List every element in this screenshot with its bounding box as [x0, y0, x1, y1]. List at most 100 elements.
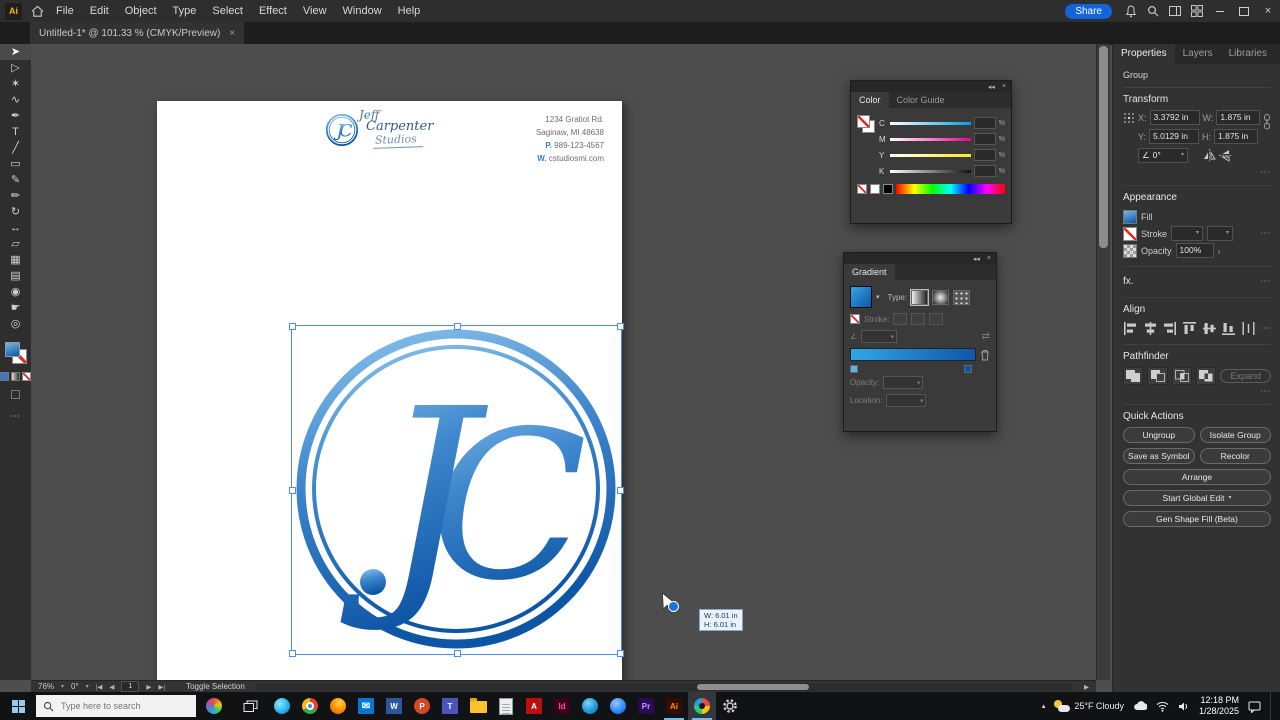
linear-gradient-type-icon[interactable] — [910, 288, 930, 306]
collapse-panel-icon[interactable]: ◂◂ — [988, 83, 995, 91]
gradient-location-field[interactable]: ▾ — [886, 394, 927, 407]
flip-vertical-icon[interactable] — [1219, 149, 1232, 162]
align-right-icon[interactable] — [1162, 321, 1178, 336]
scroll-right-arrow-icon[interactable]: ▶ — [1084, 683, 1089, 691]
reverse-gradient-icon[interactable]: ⇄ — [982, 331, 990, 342]
menu-edit[interactable]: Edit — [82, 0, 117, 22]
handle-top-left[interactable] — [289, 323, 296, 330]
cortana-icon[interactable] — [196, 692, 232, 720]
taskbar-search[interactable] — [36, 695, 196, 717]
handle-middle-left[interactable] — [289, 487, 296, 494]
line-segment-tool[interactable]: ╱ — [0, 140, 31, 156]
artboard[interactable]: JC Jeff Carpenter Studios 1234 Gratiot R… — [157, 101, 624, 704]
handle-bottom-right[interactable] — [617, 650, 624, 657]
exclude-icon[interactable] — [1196, 366, 1217, 385]
task-view-icon[interactable] — [232, 692, 268, 720]
y-field[interactable]: 5.0129 in — [1149, 129, 1200, 144]
search-icon[interactable] — [1142, 0, 1164, 22]
artboard-number-field[interactable]: 1 — [121, 681, 140, 692]
hidden-icons-chevron[interactable]: ▴ — [1042, 702, 1046, 710]
save-as-symbol-button[interactable]: Save as Symbol — [1123, 448, 1195, 464]
menu-view[interactable]: View — [295, 0, 335, 22]
isolate-group-button[interactable]: Isolate Group — [1199, 427, 1271, 443]
edge-app-icon[interactable] — [268, 692, 296, 720]
gradient-angle-field[interactable]: ▾ — [861, 330, 898, 343]
arrange-documents-icon[interactable] — [1164, 0, 1186, 22]
align-center-horizontal-icon[interactable] — [1143, 321, 1159, 336]
last-artboard-icon[interactable]: ▶| — [158, 683, 165, 691]
file-explorer-icon[interactable] — [464, 692, 492, 720]
home-icon[interactable] — [26, 0, 48, 22]
gradient-opacity-field[interactable]: ▾ — [883, 376, 924, 389]
premiere-app-icon[interactable]: Pr — [632, 692, 660, 720]
menu-type[interactable]: Type — [165, 0, 205, 22]
color-spectrum-bar[interactable] — [896, 184, 1005, 194]
rectangle-tool[interactable]: ▭ — [0, 156, 31, 172]
type-tool[interactable]: T — [0, 124, 31, 140]
paintbrush-tool[interactable]: ✎ — [0, 172, 31, 188]
menu-object[interactable]: Object — [117, 0, 165, 22]
weather-widget[interactable]: 25°F Cloudy — [1054, 700, 1124, 712]
word-app-icon[interactable]: W — [380, 692, 408, 720]
intersect-icon[interactable] — [1171, 366, 1193, 385]
black-swatch[interactable] — [883, 184, 893, 194]
menu-file[interactable]: File — [48, 0, 82, 22]
stroke-none-swatch[interactable] — [850, 314, 860, 324]
minus-front-icon[interactable] — [1147, 366, 1168, 385]
teams-app-icon[interactable]: T — [436, 692, 464, 720]
share-button[interactable]: Share — [1065, 3, 1112, 19]
fill-proxy-swatch[interactable] — [857, 115, 870, 128]
next-artboard-icon[interactable]: ▶ — [146, 683, 151, 691]
tab-layers[interactable]: Layers — [1175, 44, 1221, 64]
close-panel-icon[interactable]: × — [987, 255, 991, 262]
gradient-tool[interactable]: ▤ — [0, 268, 31, 284]
white-swatch[interactable] — [870, 184, 880, 194]
acrobat-app-icon[interactable]: A — [520, 692, 548, 720]
rotate-tool[interactable]: ↻ — [0, 204, 31, 220]
shape-builder-tool[interactable]: ▱ — [0, 236, 31, 252]
direct-selection-tool[interactable]: ▷ — [0, 60, 31, 76]
fx-more-options-icon[interactable]: ⋯ — [1260, 276, 1271, 287]
taskbar-clock[interactable]: 12:18 PM 1/28/2025 — [1199, 695, 1239, 717]
menu-effect[interactable]: Effect — [251, 0, 295, 22]
menu-help[interactable]: Help — [390, 0, 429, 22]
distribute-horizontal-icon[interactable] — [1240, 321, 1256, 336]
x-field[interactable]: 3.3792 in — [1149, 110, 1200, 125]
menu-select[interactable]: Select — [204, 0, 251, 22]
magenta-value-field[interactable] — [973, 133, 996, 145]
fill-color-swatch[interactable] — [1123, 209, 1137, 224]
zoom-level-select[interactable]: 76% — [38, 682, 54, 691]
flip-horizontal-icon[interactable] — [1203, 149, 1216, 162]
handle-top-right[interactable] — [617, 323, 624, 330]
chrome-app-icon[interactable] — [296, 692, 324, 720]
gradient-thumbnail[interactable] — [850, 286, 872, 308]
active-colorful-app-icon[interactable] — [688, 692, 716, 720]
network-wifi-icon[interactable] — [1156, 701, 1169, 712]
first-artboard-icon[interactable]: |◀ — [96, 683, 103, 691]
volume-icon[interactable] — [1178, 701, 1190, 712]
onedrive-cloud-icon[interactable] — [1133, 701, 1147, 711]
gradient-stop-right[interactable] — [964, 365, 972, 373]
rotation-dropdown-icon[interactable]: ▾ — [86, 683, 89, 690]
blue-app-2-icon[interactable] — [604, 692, 632, 720]
draw-mode-icon[interactable] — [11, 390, 20, 399]
gradient-stop-left[interactable] — [850, 365, 858, 373]
opacity-swatch-icon[interactable] — [1123, 243, 1137, 258]
lasso-tool[interactable]: ∿ — [0, 92, 31, 108]
opacity-expand-icon[interactable]: › — [1218, 246, 1221, 256]
document-tab[interactable]: Untitled-1* @ 101.33 % (CMYK/Preview) × — [30, 22, 245, 44]
rotation-value[interactable]: 0° — [71, 682, 79, 691]
workspace-switcher-icon[interactable] — [1186, 0, 1208, 22]
mesh-tool[interactable]: ▦ — [0, 252, 31, 268]
pathfinder-more-options-icon[interactable]: ⋯ — [1260, 386, 1271, 397]
none-swatch[interactable] — [857, 184, 867, 194]
h-field[interactable]: 1.875 in — [1214, 129, 1259, 144]
opacity-field[interactable]: 100% — [1175, 243, 1214, 258]
pencil-tool[interactable]: ✏ — [0, 188, 31, 204]
yellow-slider[interactable] — [890, 153, 971, 157]
start-button[interactable] — [0, 692, 36, 720]
stroke-weight-field[interactable]: ▾ — [1171, 226, 1204, 241]
settings-app-icon[interactable] — [716, 692, 744, 720]
handle-middle-right[interactable] — [617, 487, 624, 494]
maximize-button[interactable] — [1232, 0, 1256, 22]
